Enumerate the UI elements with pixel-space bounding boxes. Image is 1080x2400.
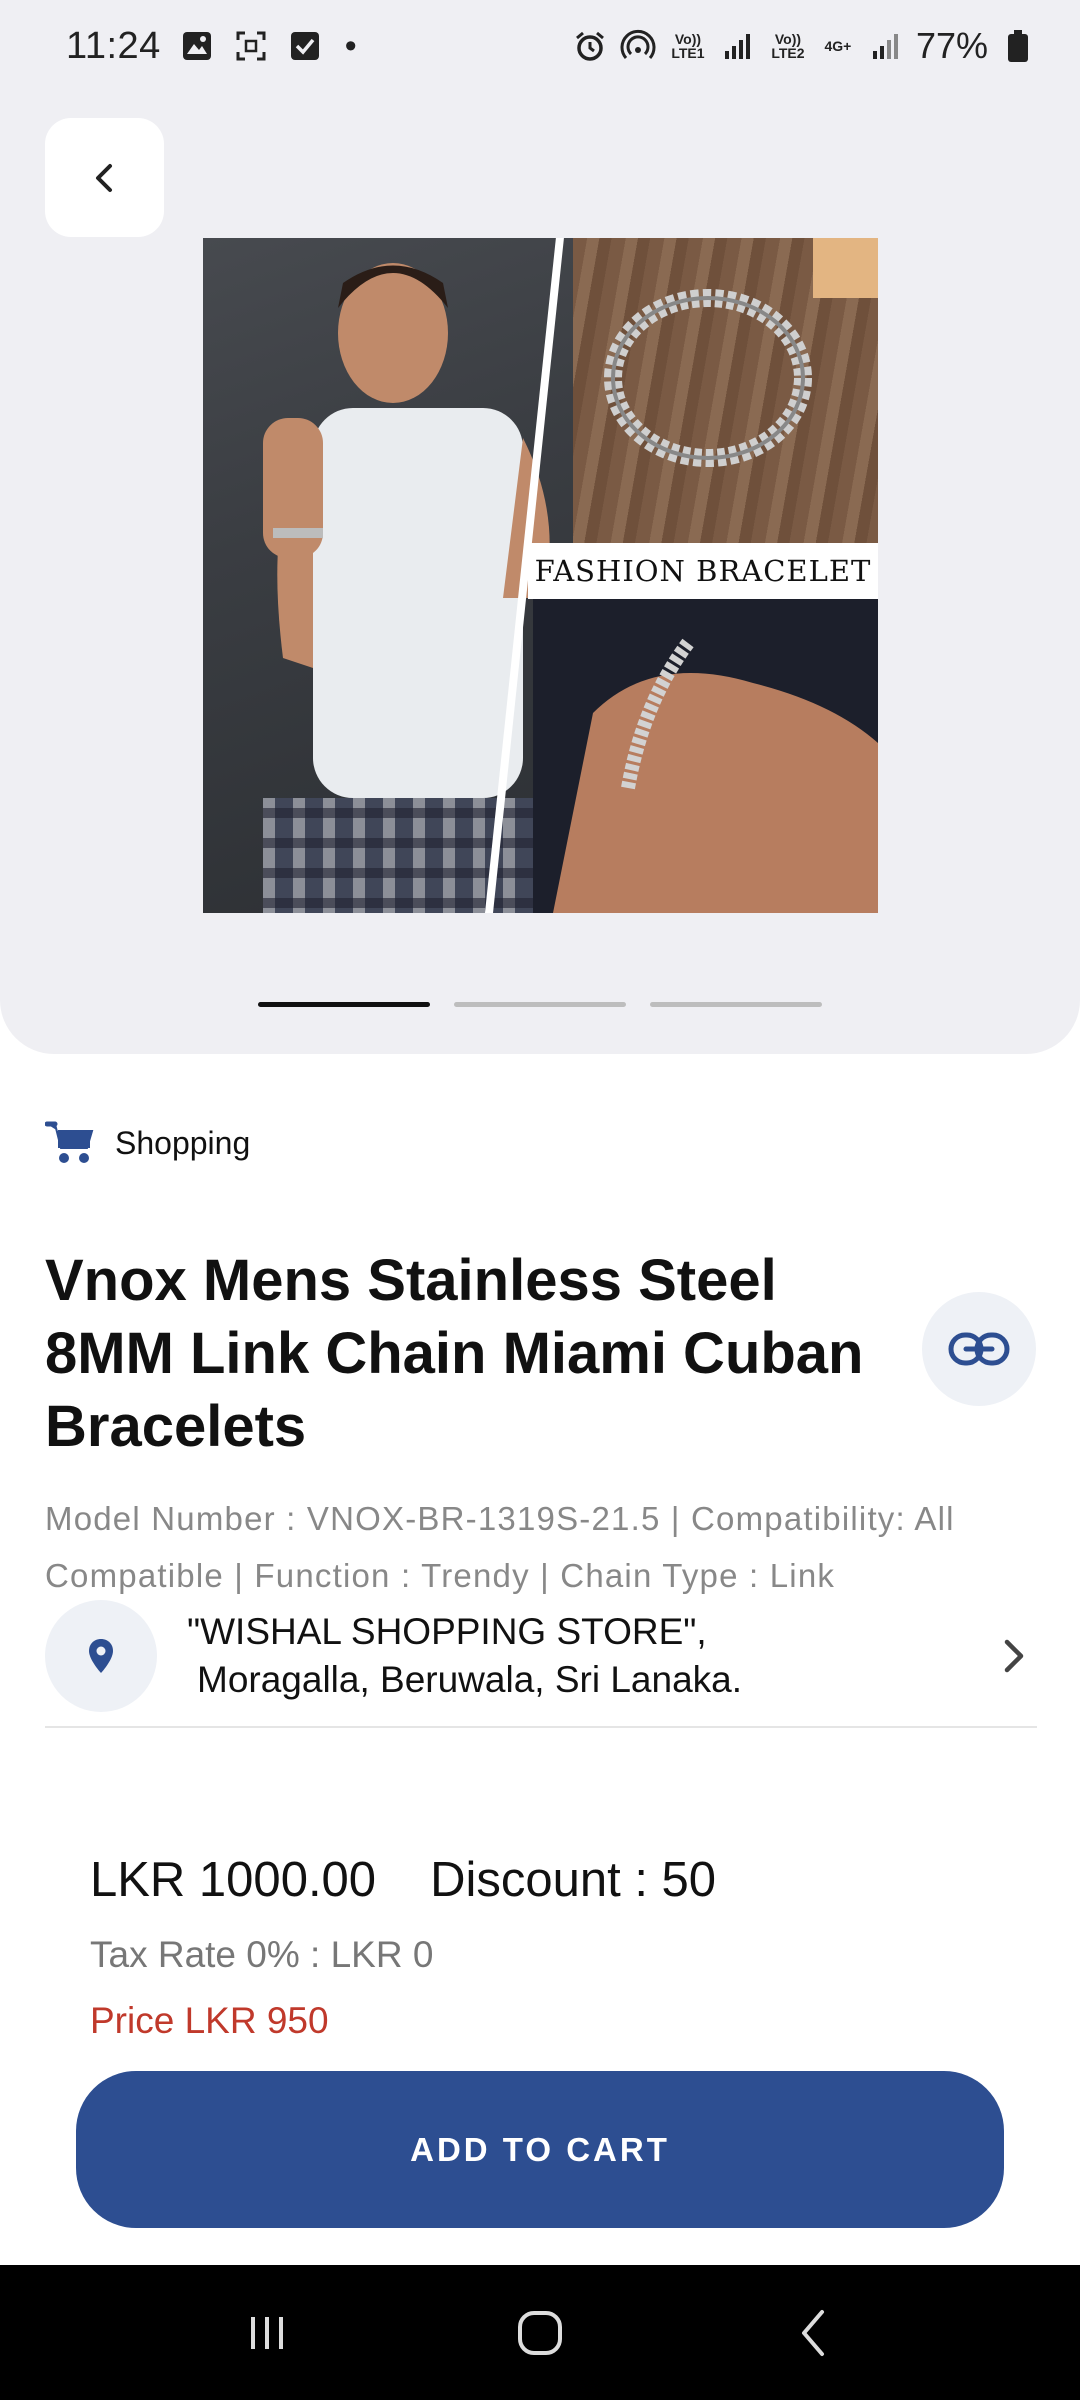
price-row: LKR 1000.00 Discount : 50 xyxy=(90,1852,716,1908)
screenshot-icon xyxy=(233,28,269,64)
store-location: Moragalla, Beruwala, Sri Lanaka. xyxy=(197,1659,743,1700)
chevron-left-icon xyxy=(95,163,112,192)
discount: Discount : 50 xyxy=(430,1853,717,1907)
product-title: Vnox Mens Stainless Steel 8MM Link Chain… xyxy=(45,1248,864,1459)
carousel-dot-3[interactable] xyxy=(650,1002,822,1007)
status-dot: • xyxy=(344,26,357,65)
back-button[interactable] xyxy=(45,118,164,237)
recent-apps-button[interactable] xyxy=(227,2293,307,2373)
battery-percent: 77% xyxy=(915,25,988,66)
signal-icon xyxy=(720,28,756,64)
gallery-icon xyxy=(179,28,215,64)
battery-icon xyxy=(1000,28,1036,64)
recent-apps-icon xyxy=(250,2316,283,2349)
status-bar: 11:24 • Vo)) LTE1 Vo)) LTE2 4G+ 77% xyxy=(0,0,1080,92)
product-image[interactable]: FASHION BRACELET xyxy=(203,238,878,913)
store-address: "WISHAL SHOPPING STORE", Moragalla, Beru… xyxy=(187,1608,742,1704)
chevron-right-icon xyxy=(1004,1639,1024,1673)
bracelet-on-wood xyxy=(573,238,878,548)
link-icon xyxy=(948,1332,1010,1366)
original-price: LKR 1000.00 xyxy=(90,1853,377,1907)
bracelet-on-wrist xyxy=(533,593,878,913)
home-icon xyxy=(517,2310,562,2355)
lte2-label: Vo)) LTE2 xyxy=(771,31,805,61)
home-button[interactable] xyxy=(500,2293,580,2373)
location-pin-container xyxy=(45,1600,157,1712)
lte1-label: Vo)) LTE1 xyxy=(671,31,705,61)
category-label: Shopping xyxy=(115,1124,251,1161)
checkbox-icon xyxy=(287,28,323,64)
store-location-row[interactable]: "WISHAL SHOPPING STORE", Moragalla, Beru… xyxy=(45,1592,1037,1728)
product-hero: FASHION BRACELET xyxy=(0,0,1080,1054)
carousel-indicator[interactable] xyxy=(258,1002,822,1007)
signal-icon xyxy=(868,28,904,64)
hotspot-icon xyxy=(620,28,656,64)
product-specs: Model Number : VNOX-BR-1319S-21.5 | Comp… xyxy=(45,1500,955,1594)
carousel-dot-2[interactable] xyxy=(454,1002,626,1007)
image-caption: FASHION BRACELET xyxy=(528,543,878,599)
store-name: "WISHAL SHOPPING STORE", xyxy=(187,1611,707,1652)
back-arrow-icon xyxy=(802,2309,825,2356)
back-nav-button[interactable] xyxy=(773,2293,853,2373)
add-to-cart-button[interactable]: ADD TO CART xyxy=(76,2071,1004,2228)
final-price: Price LKR 950 xyxy=(90,2000,329,2041)
share-link-button[interactable] xyxy=(922,1292,1036,1406)
status-time: 11:24 xyxy=(66,24,161,67)
network-type-label: 4G+ xyxy=(824,38,852,54)
system-nav-bar xyxy=(0,2265,1080,2400)
shopping-cart-icon xyxy=(45,1121,94,1163)
category: Shopping xyxy=(45,1120,250,1166)
location-pin-icon xyxy=(89,1639,113,1673)
alarm-icon xyxy=(572,28,608,64)
tax-rate: Tax Rate 0% : LKR 0 xyxy=(90,1934,434,1975)
carousel-dot-1[interactable] xyxy=(258,1002,430,1007)
